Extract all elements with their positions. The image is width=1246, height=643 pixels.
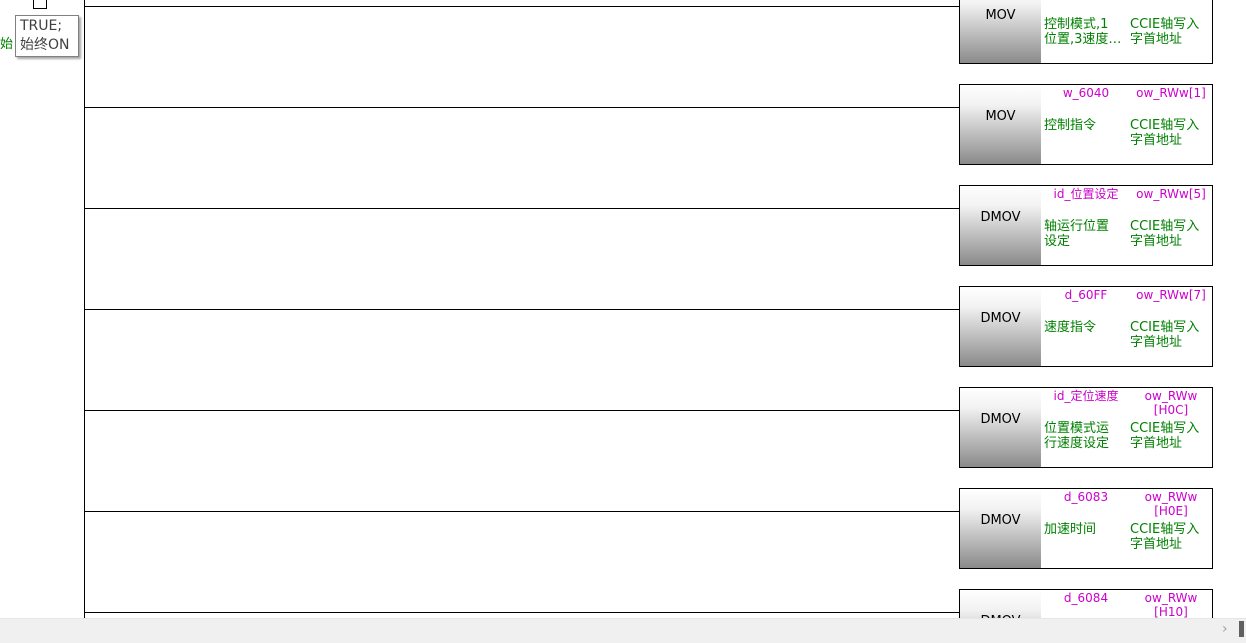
fb-instruction: MOV [960, 85, 1041, 164]
function-block[interactable]: DMOV d_60FF ow_RWw[7] 速度指令 CCIE轴写入 字首地址 [959, 286, 1213, 367]
fb-instruction: DMOV [960, 388, 1041, 467]
fb-dest-variable[interactable]: ow_RWw [H10] [1130, 591, 1212, 618]
contact-right-edge [46, 0, 47, 8]
fb-source-variable[interactable]: d_6084 [1044, 591, 1128, 605]
rung-line[interactable] [85, 612, 959, 613]
horizontal-scrollbar[interactable]: › [0, 618, 1246, 643]
contact-tooltip: TRUE; 始终ON [15, 15, 79, 57]
fb-dest-comment: CCIE轴写入 字首地址 [1130, 118, 1200, 148]
tooltip-comment-line: 始终ON [20, 37, 70, 53]
fb-dest-comment: CCIE轴写入 字首地址 [1130, 421, 1200, 451]
fb-source-comment: 速度指令 [1044, 320, 1097, 335]
function-block[interactable]: DMOV id_位置设定 ow_RWw[5] 轴运行位置 设定 CCIE轴写入 … [959, 185, 1213, 266]
rung-line[interactable] [85, 309, 959, 310]
fb-source-variable[interactable]: w_6040 [1044, 86, 1128, 100]
fb-instruction: DMOV [960, 489, 1041, 568]
tooltip-value-line: TRUE; [20, 18, 63, 34]
fb-instruction: DMOV [960, 186, 1041, 265]
ladder-editor-canvas[interactable]: 始 MOV 控制模式,1 位置,3速度… CCIE轴写入 字首地址 MOV w_… [0, 0, 1246, 618]
contact-left-edge [33, 0, 34, 8]
fb-dest-variable[interactable]: ow_RWw[5] [1130, 187, 1212, 201]
fb-source-variable[interactable]: id_定位速度 [1044, 389, 1128, 403]
fb-dest-comment: CCIE轴写入 字首地址 [1130, 219, 1200, 249]
fb-source-variable[interactable]: d_6083 [1044, 490, 1128, 504]
function-block[interactable]: MOV w_6040 ow_RWw[1] 控制指令 CCIE轴写入 字首地址 [959, 84, 1213, 165]
rung-line[interactable] [85, 6, 959, 7]
fb-instruction: DMOV [960, 590, 1041, 618]
fb-source-comment: 控制指令 [1044, 118, 1097, 133]
fb-source-comment: 轴运行位置 设定 [1044, 219, 1110, 249]
chevron-right-icon[interactable]: › [1222, 621, 1228, 637]
rung-line[interactable] [85, 511, 959, 512]
fb-dest-variable[interactable]: ow_RWw [H0C] [1130, 389, 1212, 417]
function-block[interactable]: DMOV d_6084 ow_RWw [H10] [959, 589, 1213, 618]
fb-source-variable[interactable]: id_位置设定 [1044, 187, 1128, 201]
fb-dest-comment: CCIE轴写入 字首地址 [1130, 17, 1200, 47]
fb-dest-variable[interactable]: ow_RWw [H0E] [1130, 490, 1212, 518]
fb-source-comment: 加速时间 [1044, 522, 1097, 537]
function-block[interactable]: DMOV d_6083 ow_RWw [H0E] 加速时间 CCIE轴写入 字首… [959, 488, 1213, 569]
rung-line[interactable] [85, 208, 959, 209]
fb-source-variable[interactable]: d_60FF [1044, 288, 1128, 302]
function-block[interactable]: MOV 控制模式,1 位置,3速度… CCIE轴写入 字首地址 [959, 0, 1213, 64]
fb-instruction: DMOV [960, 287, 1041, 366]
fb-source-comment: 位置模式运 行速度设定 [1044, 421, 1110, 451]
fb-dest-comment: CCIE轴写入 字首地址 [1130, 522, 1200, 552]
scrollbar-thumb[interactable] [1239, 621, 1244, 637]
contact-comment-truncated: 始 [0, 37, 14, 52]
rung-line[interactable] [85, 107, 959, 108]
contact-bottom-edge [33, 8, 47, 9]
fb-dest-variable[interactable]: ow_RWw[1] [1130, 86, 1212, 100]
fb-dest-variable[interactable]: ow_RWw[7] [1130, 288, 1212, 302]
fb-instruction: MOV [960, 0, 1041, 63]
function-block[interactable]: DMOV id_定位速度 ow_RWw [H0C] 位置模式运 行速度设定 CC… [959, 387, 1213, 468]
fb-source-comment: 控制模式,1 位置,3速度… [1044, 17, 1122, 47]
fb-dest-comment: CCIE轴写入 字首地址 [1130, 320, 1200, 350]
rung-line[interactable] [85, 410, 959, 411]
